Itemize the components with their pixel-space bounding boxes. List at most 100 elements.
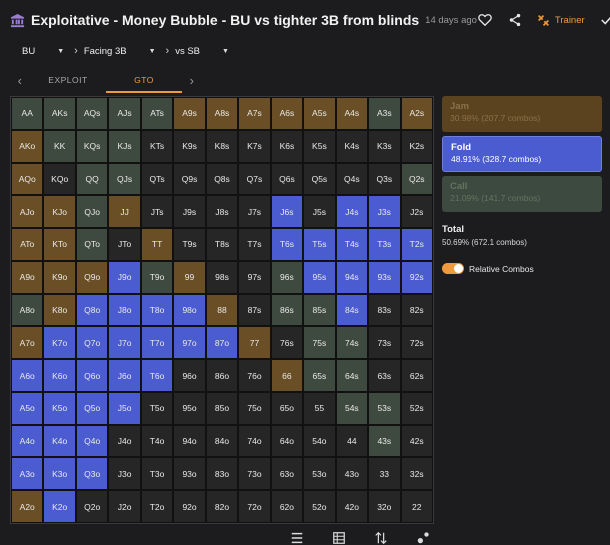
hand-cell[interactable]: ATo xyxy=(11,228,44,261)
hand-cell[interactable]: 96s xyxy=(270,260,304,294)
hand-cell[interactable]: Q7o xyxy=(75,326,109,360)
hand-cell[interactable]: T3s xyxy=(368,228,401,261)
hand-cell[interactable]: 93o xyxy=(173,457,206,491)
hand-cell[interactable]: 97s xyxy=(238,260,271,294)
hand-cell[interactable]: T7s xyxy=(238,228,271,261)
hand-cell[interactable]: J3o xyxy=(108,457,141,491)
action-dropdown[interactable]: Facing 3B ▼ xyxy=(84,46,156,57)
hand-cell[interactable]: J2o xyxy=(108,490,141,523)
hand-cell[interactable]: Q9o xyxy=(75,260,109,294)
hand-cell[interactable]: A5o xyxy=(11,391,44,425)
hand-cell[interactable]: A6s xyxy=(270,97,304,130)
hand-cell[interactable]: Q7s xyxy=(238,162,271,196)
hand-cell[interactable]: K3o xyxy=(43,457,76,491)
hand-cell[interactable]: J2s xyxy=(400,195,433,229)
hand-cell[interactable]: 42o xyxy=(335,490,369,523)
hand-cell[interactable]: J5o xyxy=(108,391,141,425)
hand-cell[interactable]: 72o xyxy=(238,490,271,523)
hand-cell[interactable]: Q6s xyxy=(270,162,304,196)
hand-cell[interactable]: 97o xyxy=(173,326,206,360)
hand-cell[interactable]: A2s xyxy=(400,97,433,130)
hand-cell[interactable]: 85s xyxy=(303,293,336,327)
hand-cell[interactable]: 73s xyxy=(368,326,401,360)
hand-cell[interactable]: KJs xyxy=(108,129,141,163)
hand-cell[interactable]: Q9s xyxy=(173,162,206,196)
hand-cell[interactable]: A3s xyxy=(368,97,401,130)
hand-cell[interactable]: T5o xyxy=(140,391,174,425)
hand-cell[interactable]: 52o xyxy=(303,490,336,523)
hand-cell[interactable]: T4s xyxy=(335,228,369,261)
hand-cell[interactable]: Q5s xyxy=(303,162,336,196)
hand-cell[interactable]: T7o xyxy=(140,326,174,360)
hand-cell[interactable]: K6o xyxy=(43,359,76,392)
hand-cell[interactable]: 43o xyxy=(335,457,369,491)
hand-cell[interactable]: 86s xyxy=(270,293,304,327)
list-icon[interactable] xyxy=(290,531,304,545)
hand-cell[interactable]: Q2o xyxy=(75,490,109,523)
hand-cell[interactable]: J6o xyxy=(108,359,141,392)
hand-cell[interactable]: 82o xyxy=(205,490,239,523)
hand-cell[interactable]: 83o xyxy=(205,457,239,491)
hand-cell[interactable]: 62o xyxy=(270,490,304,523)
hand-cell[interactable]: K5o xyxy=(43,391,76,425)
hand-cell[interactable]: 99 xyxy=(173,260,206,294)
hand-cell[interactable]: J5s xyxy=(303,195,336,229)
hand-cell[interactable]: 95o xyxy=(173,391,206,425)
hand-cell[interactable]: Q2s xyxy=(400,162,433,196)
hand-cell[interactable]: 64o xyxy=(270,424,304,458)
hand-cell[interactable]: Q8s xyxy=(205,162,239,196)
hand-cell[interactable]: 74s xyxy=(335,326,369,360)
hand-cell[interactable]: Q4s xyxy=(335,162,369,196)
nodes-icon[interactable] xyxy=(416,531,430,545)
hand-cell[interactable]: QTo xyxy=(75,228,109,261)
hand-cell[interactable]: 88 xyxy=(205,293,239,327)
hand-cell[interactable]: 92o xyxy=(173,490,206,523)
hand-cell[interactable]: J7o xyxy=(108,326,141,360)
chevron-left-icon[interactable]: ‹ xyxy=(10,73,30,88)
hand-cell[interactable]: 73o xyxy=(238,457,271,491)
hand-cell[interactable]: K4o xyxy=(43,424,76,458)
hand-cell[interactable]: T9o xyxy=(140,260,174,294)
hand-cell[interactable]: 53s xyxy=(368,391,401,425)
hand-cell[interactable]: 96o xyxy=(173,359,206,392)
hand-cell[interactable]: 84o xyxy=(205,424,239,458)
hand-cell[interactable]: 86o xyxy=(205,359,239,392)
hand-cell[interactable]: 66 xyxy=(270,359,304,392)
hand-cell[interactable]: K6s xyxy=(270,129,304,163)
hand-cell[interactable]: Q8o xyxy=(75,293,109,327)
hand-cell[interactable]: Q4o xyxy=(75,424,109,458)
hand-cell[interactable]: T8s xyxy=(205,228,239,261)
hand-cell[interactable]: A3o xyxy=(11,457,44,491)
hand-cell[interactable]: 44 xyxy=(335,424,369,458)
hand-cell[interactable]: AA xyxy=(11,97,44,130)
hand-cell[interactable]: KK xyxy=(43,129,76,163)
hand-cell[interactable]: QQ xyxy=(75,162,109,196)
hand-cell[interactable]: K8o xyxy=(43,293,76,327)
hand-cell[interactable]: T6s xyxy=(270,228,304,261)
hand-cell[interactable]: 42s xyxy=(400,424,433,458)
chevron-right-icon[interactable]: › xyxy=(182,73,202,88)
hand-cell[interactable]: K5s xyxy=(303,129,336,163)
hand-cell[interactable]: AQs xyxy=(75,97,109,130)
hand-cell[interactable]: 32s xyxy=(400,457,433,491)
hand-cell[interactable]: T6o xyxy=(140,359,174,392)
hand-cell[interactable]: 83s xyxy=(368,293,401,327)
check-icon[interactable] xyxy=(599,12,610,28)
opponent-dropdown[interactable]: vs SB ▼ xyxy=(175,46,229,57)
hand-cell[interactable]: 98s xyxy=(205,260,239,294)
call-action[interactable]: Call 21.09% (141.7 combos) xyxy=(442,176,602,212)
hand-cell[interactable]: A5s xyxy=(303,97,336,130)
position-dropdown[interactable]: BU ▼ xyxy=(22,46,64,57)
jam-action[interactable]: Jam 30.98% (207.7 combos) xyxy=(442,96,602,132)
relative-combos-toggle[interactable] xyxy=(442,263,464,274)
hand-cell[interactable]: 22 xyxy=(400,490,433,523)
hand-cell[interactable]: 63s xyxy=(368,359,401,392)
hand-cell[interactable]: 62s xyxy=(400,359,433,392)
hand-cell[interactable]: QJo xyxy=(75,195,109,229)
hand-cell[interactable]: A4o xyxy=(11,424,44,458)
tab-gto[interactable]: GTO xyxy=(106,67,182,93)
hand-cell[interactable]: Q5o xyxy=(75,391,109,425)
tab-exploit[interactable]: EXPLOIT xyxy=(30,67,106,93)
hand-cell[interactable]: AQo xyxy=(11,162,44,196)
hand-cell[interactable]: Q3s xyxy=(368,162,401,196)
